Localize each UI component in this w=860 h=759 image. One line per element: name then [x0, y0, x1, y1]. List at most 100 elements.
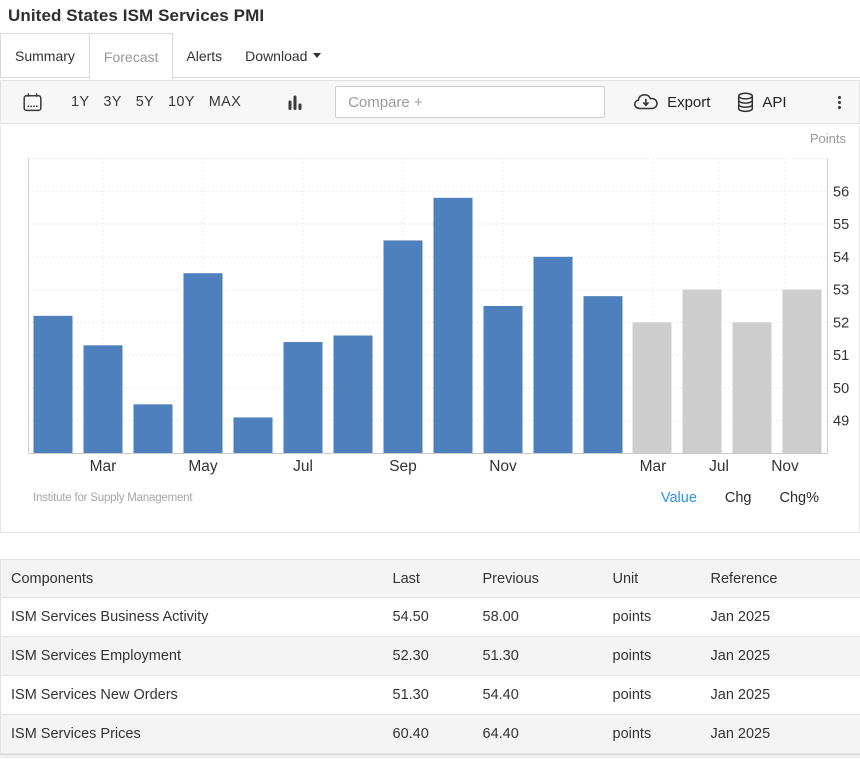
bar-forecast-sep-2025[interactable]	[733, 322, 772, 453]
cell-unit: points	[611, 637, 709, 676]
export-label: Export	[667, 94, 710, 111]
tab-bar: Summary Forecast Alerts Download	[0, 33, 860, 78]
cell-components: ISM Services Business Activity	[1, 598, 391, 637]
bar-forecast-dec-2025[interactable]	[783, 290, 822, 453]
export-button[interactable]: Export	[633, 92, 710, 112]
x-tick-label: Mar	[90, 458, 117, 475]
table-header-row: ComponentsLastPreviousUnitReference	[1, 560, 860, 598]
chart-footer: Institute for Supply Management Value Chg…	[33, 488, 819, 508]
chart-mode-links: Value Chg Chg%	[661, 490, 819, 506]
cell-last: 54.50	[391, 598, 481, 637]
cell-previous: 51.30	[481, 637, 611, 676]
axis-unit-label: Points	[810, 131, 847, 146]
cell-unit: points	[611, 676, 709, 715]
bar-forecast-jun-2025[interactable]	[683, 290, 722, 453]
x-tick-label: Jul	[709, 458, 729, 475]
column-header-unit: Unit	[611, 560, 709, 598]
y-tick-label: 56	[833, 184, 849, 200]
pmi-bar-chart[interactable]: Points 49 50 51 52 53 54 55 56 Mar May Jul Sep Nov Mar…	[1, 126, 859, 478]
cell-reference: Jan 2025	[709, 676, 860, 715]
tab-download[interactable]: Download	[245, 33, 321, 78]
range-buttons: 1Y 3Y 5Y 10Y MAX	[71, 94, 255, 110]
y-tick-label: 50	[833, 381, 849, 397]
calendar-button[interactable]	[22, 92, 43, 113]
mode-link-chgpct[interactable]: Chg%	[780, 490, 820, 506]
x-tick-label: May	[188, 458, 218, 475]
chart-panel: Points 49 50 51 52 53 54 55 56 Mar May Jul Sep Nov Mar…	[0, 126, 860, 533]
bar-actual-oct-2024[interactable]	[434, 198, 473, 453]
bar-actual-may-2024[interactable]	[184, 273, 223, 453]
cell-previous: 64.40	[481, 715, 611, 754]
cell-reference: Jan 2025	[709, 715, 860, 754]
compare-field-wrap	[335, 86, 605, 118]
x-tick-label: Jul	[293, 458, 313, 475]
table-row[interactable]: ISM Services Business Activity54.5058.00…	[1, 598, 860, 637]
bar-chart-icon	[287, 93, 303, 111]
page-title: United States ISM Services PMI	[8, 6, 860, 26]
bottom-strip	[0, 754, 860, 758]
tab-summary[interactable]: Summary	[0, 33, 89, 78]
cell-previous: 54.40	[481, 676, 611, 715]
column-header-previous: Previous	[481, 560, 611, 598]
y-tick-label: 54	[833, 250, 849, 266]
y-tick-label: 52	[833, 315, 849, 331]
api-button[interactable]: API	[736, 92, 786, 113]
cell-components: ISM Services Prices	[1, 715, 391, 754]
tab-alerts-label: Alerts	[186, 48, 222, 64]
bar-actual-apr-2024[interactable]	[134, 404, 173, 453]
range-button-max[interactable]: MAX	[209, 94, 241, 110]
x-tick-label: Nov	[489, 458, 517, 475]
cell-components: ISM Services New Orders	[1, 676, 391, 715]
bar-actual-aug-2024[interactable]	[334, 336, 373, 454]
caret-down-icon	[313, 53, 321, 58]
cell-reference: Jan 2025	[709, 637, 860, 676]
chart-type-button[interactable]	[287, 93, 303, 111]
range-button-1y[interactable]: 1Y	[71, 94, 89, 110]
range-button-10y[interactable]: 10Y	[168, 94, 195, 110]
export-cloud-icon	[633, 92, 660, 112]
column-header-reference: Reference	[709, 560, 860, 598]
cell-unit: points	[611, 715, 709, 754]
cell-reference: Jan 2025	[709, 598, 860, 637]
database-icon	[736, 92, 755, 113]
mode-link-value[interactable]: Value	[661, 490, 697, 506]
bar-actual-sep-2024[interactable]	[384, 240, 423, 453]
range-button-3y[interactable]: 3Y	[103, 94, 121, 110]
bar-actual-dec-2024[interactable]	[534, 257, 573, 453]
range-button-5y[interactable]: 5Y	[136, 94, 154, 110]
x-tick-label: Nov	[771, 458, 799, 475]
bar-actual-feb-2024[interactable]	[34, 316, 73, 453]
bar-forecast-mar-2025[interactable]	[633, 322, 672, 453]
x-tick-label: Mar	[640, 458, 667, 475]
y-tick-label: 53	[833, 283, 849, 299]
y-tick-label: 49	[833, 414, 849, 430]
mode-link-chg[interactable]: Chg	[725, 490, 752, 506]
compare-input[interactable]	[335, 86, 605, 118]
bar-actual-jul-2024[interactable]	[284, 342, 323, 453]
bar-actual-jun-2024[interactable]	[234, 417, 273, 453]
calendar-icon	[22, 92, 43, 113]
bar-actual-jan-2025[interactable]	[584, 296, 623, 453]
kebab-icon	[838, 96, 841, 99]
y-tick-label: 55	[833, 217, 849, 233]
more-options-button[interactable]	[838, 96, 841, 109]
y-tick-label: 51	[833, 348, 849, 364]
table-row[interactable]: ISM Services Employment52.3051.30pointsJ…	[1, 637, 860, 676]
table-row[interactable]: ISM Services Prices60.4064.40pointsJan 2…	[1, 715, 860, 754]
tab-forecast[interactable]: Forecast	[89, 33, 173, 79]
cell-last: 60.40	[391, 715, 481, 754]
source-attribution: Institute for Supply Management	[33, 492, 192, 504]
x-tick-label: Sep	[389, 458, 417, 475]
api-label: API	[762, 94, 786, 111]
components-table: ComponentsLastPreviousUnitReference ISM …	[0, 559, 860, 754]
cell-previous: 58.00	[481, 598, 611, 637]
tab-alerts[interactable]: Alerts	[186, 33, 222, 78]
bar-actual-nov-2024[interactable]	[484, 306, 523, 453]
column-header-components: Components	[1, 560, 391, 598]
bar-actual-mar-2024[interactable]	[84, 345, 123, 453]
chart-toolbar: 1Y 3Y 5Y 10Y MAX Export API	[0, 80, 860, 124]
cell-last: 52.30	[391, 637, 481, 676]
table-row[interactable]: ISM Services New Orders51.3054.40pointsJ…	[1, 676, 860, 715]
cell-components: ISM Services Employment	[1, 637, 391, 676]
cell-unit: points	[611, 598, 709, 637]
